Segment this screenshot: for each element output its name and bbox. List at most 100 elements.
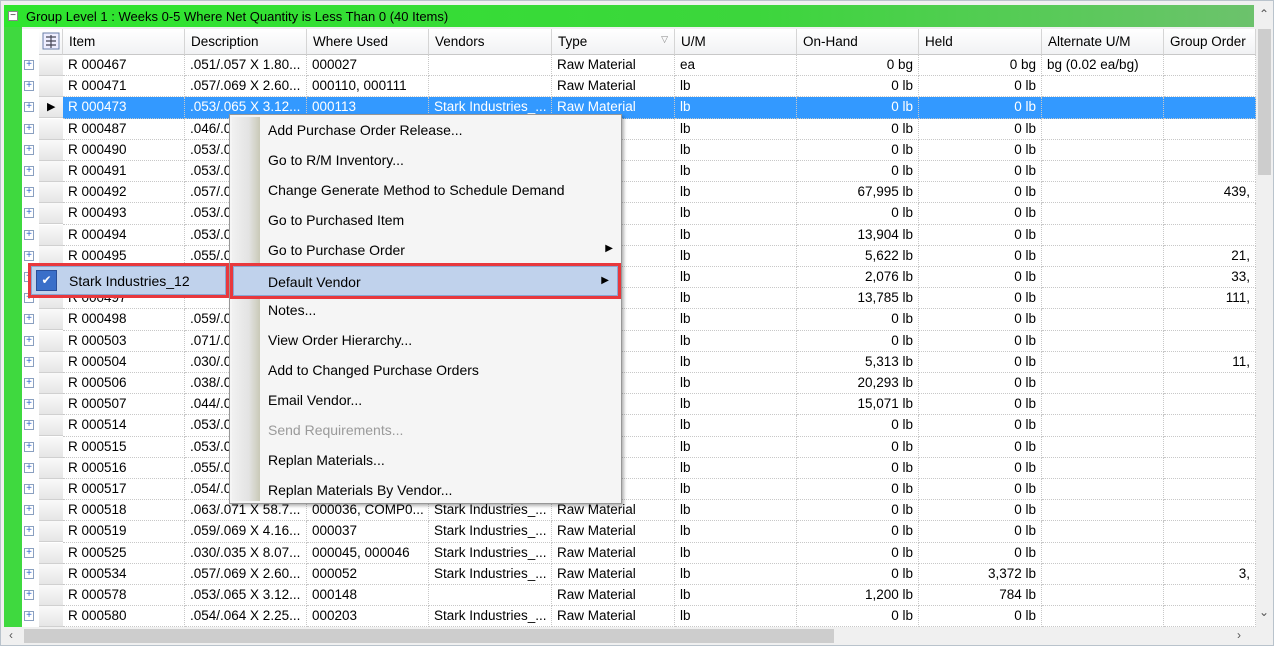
cell-u-m[interactable]: lb [675,563,797,585]
cell-held[interactable]: 784 lb [919,585,1042,607]
expand-row-icon[interactable]: + [24,187,34,198]
cell-item[interactable]: R 000514 [63,415,185,437]
cell-group-order[interactable] [1164,436,1256,458]
column-header-group-order[interactable]: Group Order [1164,29,1256,55]
expand-row-icon[interactable]: + [24,123,34,134]
table-row[interactable]: + R 000578.053/.065 X 3.12... 000148 Raw Ma… [22,585,1256,607]
cell-u-m[interactable]: lb [675,521,797,543]
expand-row-icon[interactable]: + [24,526,34,537]
cell-where-used[interactable]: 000045, 000046 [307,542,429,564]
cell-description[interactable]: .059/.069 X 4.16... [185,521,307,543]
cell-on-hand[interactable]: 0 lb [797,330,919,352]
cell-item[interactable]: R 000507 [63,394,185,416]
cell-item[interactable]: R 000471 [63,76,185,98]
expand-row-icon[interactable]: + [24,462,34,473]
cell-held[interactable]: 0 lb [919,521,1042,543]
cell-on-hand[interactable]: 0 lb [797,118,919,140]
expand-row-icon[interactable]: + [24,399,34,410]
menu-item-go-to-r-m-inventory[interactable]: Go to R/M Inventory... [230,145,621,175]
cell-held[interactable]: 0 lb [919,118,1042,140]
cell-held[interactable]: 0 lb [919,182,1042,204]
cell-description[interactable]: .051/.057 X 1.80... [185,55,307,77]
table-row[interactable]: + R 000467.051/.057 X 1.80... 000027 Raw Ma… [22,55,1256,77]
cell-description[interactable]: .053/.065 X 3.12... [185,585,307,607]
cell-where-used[interactable]: 000203 [307,606,429,627]
filter-icon[interactable]: ▽ [661,34,668,45]
cell-on-hand[interactable]: 0 lb [797,457,919,479]
table-row[interactable]: + R 000518.063/.071 X 58.7... 000036, COMP… [22,500,1256,522]
table-row[interactable]: +R 000507.044/.0iallb15,071 lb0 lb [22,394,1256,416]
cell-vendors[interactable]: Stark Industries_... [429,606,552,627]
cell-alternate-u-m[interactable] [1042,224,1164,246]
cell-on-hand[interactable]: 0 lb [797,97,919,119]
cell-held[interactable]: 0 lb [919,161,1042,183]
table-row[interactable]: +R 000498.059/.0iallb0 lb0 lb [22,309,1256,331]
table-row[interactable]: +R 000514.053/.0iallb0 lb0 lb [22,415,1256,437]
cell-item[interactable]: R 000506 [63,373,185,395]
menu-item-default-vendor[interactable]: Default Vendor ▶ [230,263,621,299]
cell-u-m[interactable]: lb [675,224,797,246]
cell-item[interactable]: R 000490 [63,139,185,161]
cell-group-order[interactable] [1164,139,1256,161]
cell-alternate-u-m[interactable] [1042,585,1164,607]
menu-item-add-to-changed-purchase-orders[interactable]: Add to Changed Purchase Orders [230,355,621,385]
cell-group-order[interactable] [1164,118,1256,140]
cell-alternate-u-m[interactable] [1042,521,1164,543]
cell-vendors[interactable] [429,76,552,98]
cell-alternate-u-m[interactable] [1042,139,1164,161]
cell-item[interactable]: R 000491 [63,161,185,183]
cell-item[interactable]: R 000515 [63,436,185,458]
cell-item[interactable]: R 000467 [63,55,185,77]
cell-group-order[interactable] [1164,394,1256,416]
expand-row-icon[interactable]: + [24,484,34,494]
cell-alternate-u-m[interactable] [1042,606,1164,627]
cell-u-m[interactable]: lb [675,500,797,522]
cell-alternate-u-m[interactable] [1042,267,1164,289]
cell-u-m[interactable]: lb [675,203,797,225]
cell-item[interactable]: R 000518 [63,500,185,522]
horizontal-scrollbar[interactable]: ‹ › [4,627,1256,645]
cell-type[interactable]: Raw Material [552,521,675,543]
cell-group-order[interactable]: 111, [1164,288,1256,310]
cell-group-order[interactable] [1164,500,1256,522]
cell-on-hand[interactable]: 0 bg [797,55,919,77]
cell-vendors[interactable]: Stark Industries_... [429,521,552,543]
table-row[interactable]: + R 000519.059/.069 X 4.16... 000037 Stark … [22,521,1256,543]
cell-held[interactable]: 3,372 lb [919,563,1042,585]
cell-group-order[interactable] [1164,542,1256,564]
row-selector[interactable] [39,309,63,331]
cell-alternate-u-m[interactable] [1042,436,1164,458]
cell-held[interactable]: 0 lb [919,436,1042,458]
row-selector[interactable] [39,182,63,204]
cell-u-m[interactable]: lb [675,182,797,204]
expand-row-icon[interactable]: + [24,81,34,92]
column-header-alternate-u-m[interactable]: Alternate U/M [1042,29,1164,55]
cell-alternate-u-m[interactable] [1042,330,1164,352]
cell-held[interactable]: 0 lb [919,500,1042,522]
cell-on-hand[interactable]: 5,313 lb [797,351,919,373]
cell-u-m[interactable]: lb [675,118,797,140]
cell-held[interactable]: 0 lb [919,330,1042,352]
row-selector[interactable] [39,139,63,161]
cell-group-order[interactable]: 21, [1164,245,1256,267]
row-selector[interactable] [39,76,63,98]
cell-item[interactable]: R 000473 [63,97,185,119]
cell-on-hand[interactable]: 0 lb [797,542,919,564]
expand-row-icon[interactable]: + [24,60,34,70]
cell-group-order[interactable] [1164,203,1256,225]
cell-group-order[interactable] [1164,97,1256,119]
column-header-where-used[interactable]: Where Used [307,29,429,55]
cell-on-hand[interactable]: 20,293 lb [797,373,919,395]
cell-held[interactable]: 0 lb [919,76,1042,98]
cell-group-order[interactable] [1164,521,1256,543]
table-row[interactable]: +R 000487.046/.0iallb0 lb0 lb [22,118,1256,140]
row-selector[interactable] [39,118,63,140]
cell-alternate-u-m[interactable] [1042,288,1164,310]
scroll-up-icon[interactable]: ⌃ [1259,7,1269,21]
row-selector[interactable] [39,542,63,564]
cell-type[interactable]: Raw Material [552,585,675,607]
cell-where-used[interactable]: 000148 [307,585,429,607]
cell-item[interactable]: R 000503 [63,330,185,352]
cell-u-m[interactable]: lb [675,585,797,607]
column-header-on-hand[interactable]: On-Hand [797,29,919,55]
